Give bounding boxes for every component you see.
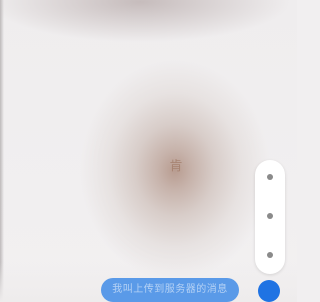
left-edge-shadow	[0, 0, 4, 302]
side-panel-dot-icon[interactable]	[267, 174, 273, 180]
center-glyph: 肯	[169, 159, 183, 174]
side-panel	[255, 160, 285, 274]
action-circle-button[interactable]	[258, 280, 280, 302]
side-panel-dot-icon[interactable]	[267, 213, 273, 219]
app-screen: 肯 我叫上传到服务器的消息	[0, 0, 297, 302]
side-panel-dot-icon[interactable]	[267, 252, 273, 258]
prompt-bubble[interactable]: 我叫上传到服务器的消息	[101, 278, 239, 302]
